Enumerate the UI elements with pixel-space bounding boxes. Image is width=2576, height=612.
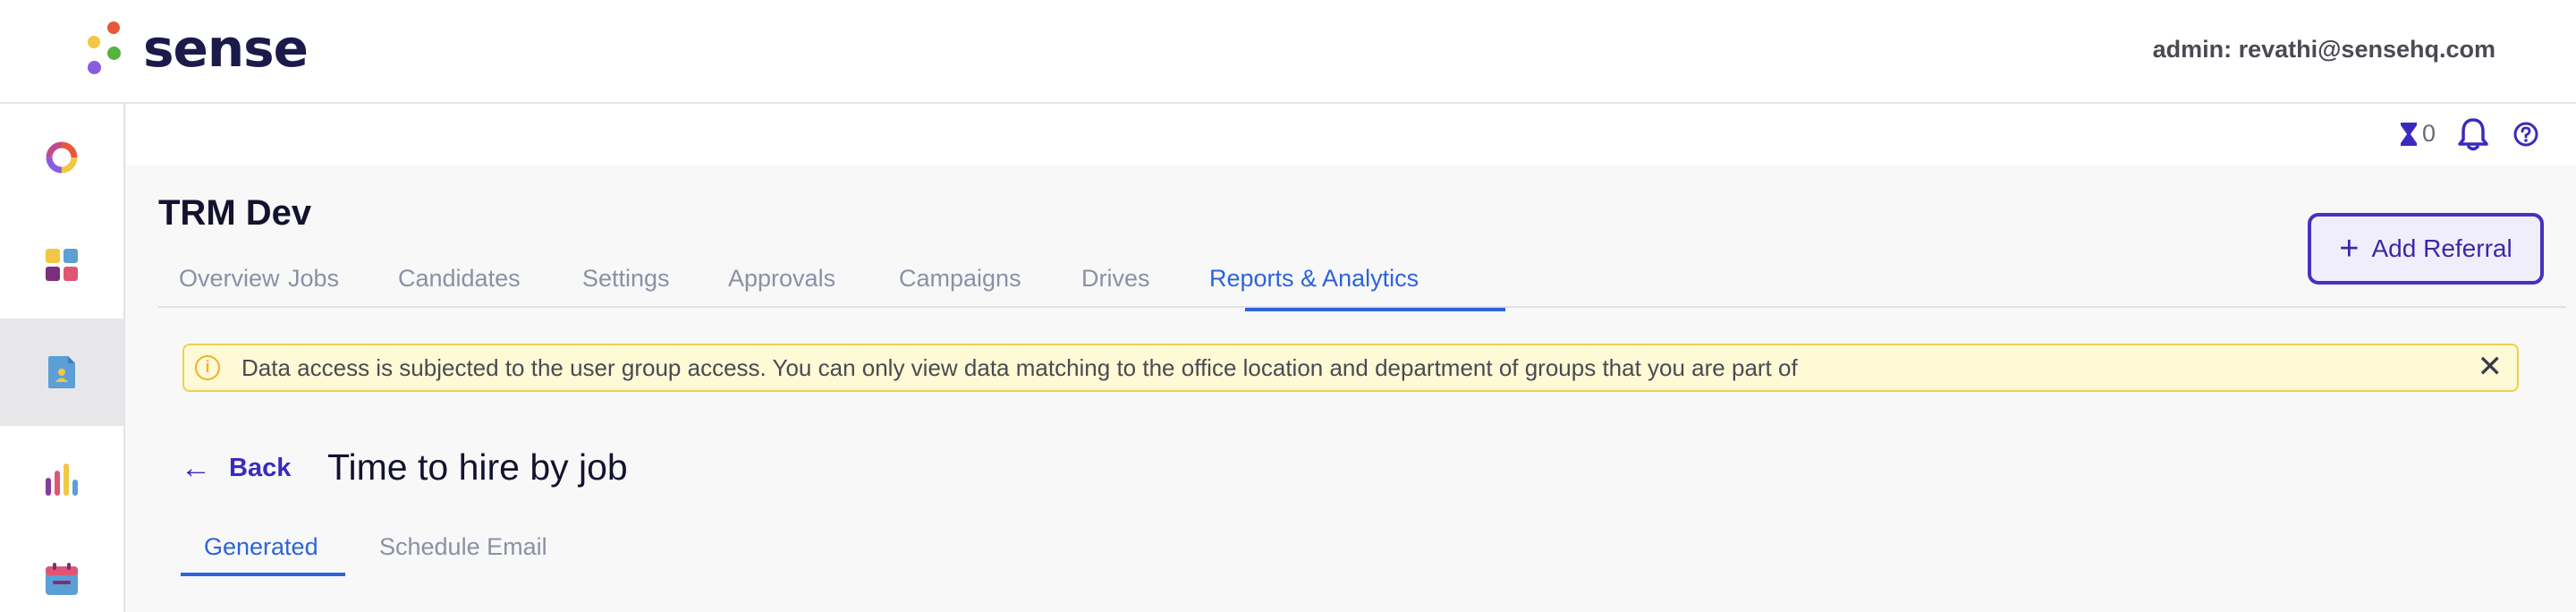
tab-candidates[interactable]: Candidates (398, 263, 521, 306)
sidebar-item-dashboard[interactable] (0, 104, 123, 211)
tab-generated[interactable]: Generated (204, 533, 318, 561)
back-button[interactable]: ← Back (181, 453, 291, 483)
pending-tasks-indicator[interactable]: 0 (2399, 120, 2436, 148)
sidebar-item-calendar[interactable] (0, 533, 123, 612)
tab-jobs[interactable]: Jobs (288, 263, 339, 306)
help-button[interactable] (2513, 122, 2538, 147)
data-access-notice: i Data access is subjected to the user g… (182, 344, 2519, 392)
logo-dots-icon (86, 20, 131, 77)
bell-icon (2458, 118, 2488, 151)
brand-name: sense (143, 18, 309, 79)
active-subtab-indicator (181, 573, 345, 576)
sidebar (0, 104, 125, 612)
admin-user-label[interactable]: admin: revathi@sensehq.com (2153, 36, 2496, 64)
main-content: 0 TRM Dev Overview Jobs Candidates Setti… (125, 104, 2576, 612)
report-title: Time to hire by job (327, 446, 628, 488)
arrow-left-icon: ← (181, 451, 211, 485)
sidebar-item-projects[interactable] (0, 319, 123, 426)
tab-schedule-email[interactable]: Schedule Email (379, 533, 547, 561)
document-user-icon (48, 356, 75, 388)
project-tabs: Overview Jobs Candidates Settings Approv… (158, 263, 2566, 308)
notice-text: Data access is subjected to the user gro… (242, 354, 1798, 381)
tab-reports-analytics[interactable]: Reports & Analytics (1209, 263, 1419, 306)
calendar-icon (46, 563, 78, 595)
top-header: sense admin: revathi@sensehq.com (0, 0, 2576, 104)
plus-icon: + (2339, 230, 2360, 268)
active-tab-indicator (1245, 308, 1505, 311)
project-title: TRM Dev (158, 193, 312, 233)
sidebar-item-apps[interactable] (0, 211, 123, 319)
grid-apps-icon (46, 249, 78, 281)
hourglass-icon (2401, 122, 2417, 146)
tab-overview[interactable]: Overview (179, 263, 280, 306)
close-icon[interactable]: ✕ (2478, 351, 2504, 383)
info-icon: i (195, 355, 220, 380)
add-referral-label: Add Referral (2371, 234, 2512, 262)
tab-settings[interactable]: Settings (582, 263, 670, 306)
tab-campaigns[interactable]: Campaigns (899, 263, 1021, 306)
add-referral-button[interactable]: + Add Referral (2308, 213, 2544, 285)
sidebar-item-reports[interactable] (0, 426, 123, 533)
bar-chart-icon (46, 463, 78, 496)
tab-approvals[interactable]: Approvals (728, 263, 835, 306)
notifications-button[interactable] (2456, 116, 2490, 152)
tab-drives[interactable]: Drives (1081, 263, 1150, 306)
back-label: Back (229, 453, 292, 482)
utility-bar: 0 (125, 104, 2576, 165)
pending-count: 0 (2422, 120, 2436, 147)
help-icon (2513, 122, 2538, 147)
ring-chart-icon (46, 141, 78, 174)
sense-logo[interactable]: sense (86, 18, 309, 79)
